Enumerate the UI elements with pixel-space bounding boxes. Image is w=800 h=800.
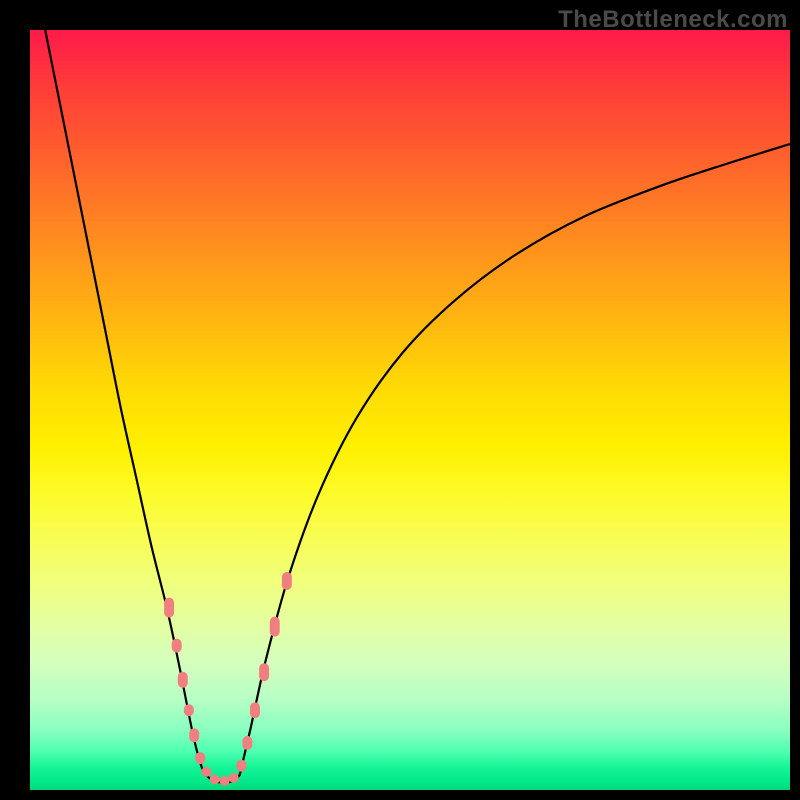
chart-frame: TheBottleneck.com [0, 0, 800, 800]
marker-dot [236, 760, 246, 772]
marker-dot [242, 736, 252, 750]
marker-dot [178, 672, 188, 688]
marker-dot [164, 598, 174, 618]
plot-area [30, 30, 790, 790]
marker-dot [229, 773, 239, 783]
marker-group [164, 572, 292, 786]
marker-dot [189, 728, 199, 742]
left-curve-path [45, 30, 205, 775]
right-curve-path [240, 144, 790, 775]
marker-dot [282, 572, 292, 590]
marker-dot [172, 639, 182, 653]
marker-dot [220, 776, 230, 786]
marker-dot [250, 702, 260, 718]
marker-dot [259, 663, 269, 681]
curve-svg [30, 30, 790, 790]
marker-dot [201, 767, 211, 777]
marker-dot [270, 617, 280, 637]
marker-dot [210, 774, 220, 784]
marker-dot [195, 752, 205, 764]
marker-dot [184, 704, 194, 716]
